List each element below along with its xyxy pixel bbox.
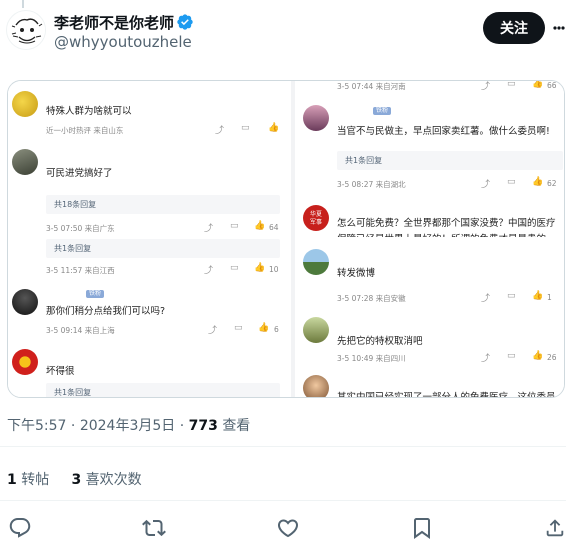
- comment-icon: ▭: [230, 221, 239, 231]
- repost-icon[interactable]: [142, 516, 166, 540]
- author-handle[interactable]: @whyyoutouzhele: [54, 33, 192, 51]
- thread-line: [22, 0, 24, 8]
- heart-icon[interactable]: [276, 516, 300, 540]
- tweet-timestamp[interactable]: 下午5:57 · 2024年3月5日 · 773 查看: [7, 415, 250, 435]
- like-count: 62: [547, 179, 557, 188]
- comment-text: 那你们稍分点给我们可以吗?: [46, 306, 166, 317]
- thumb-up-icon: 👍: [268, 123, 280, 133]
- thumb-up-icon: 👍: [532, 291, 544, 301]
- forward-icon: ⤴: [481, 82, 491, 92]
- comment-icon: ▭: [507, 351, 516, 361]
- commenter-avatar: [12, 149, 38, 175]
- commenter-avatar: [303, 375, 329, 397]
- comment-meta: 近一小时热评 来自山东: [46, 126, 124, 135]
- reply-count-link: 共1条回复: [337, 151, 563, 170]
- like-count: 1: [547, 293, 552, 302]
- commenter-avatar: [12, 289, 38, 315]
- commenter-avatar: [303, 249, 329, 275]
- share-icon[interactable]: [544, 516, 566, 540]
- comment-meta: 3-5 11:57 来自江西: [46, 266, 115, 275]
- thumb-up-icon: 👍: [258, 323, 270, 333]
- bookmark-icon[interactable]: [410, 516, 434, 540]
- repost-stat[interactable]: 1 转帖: [7, 472, 49, 488]
- forward-icon: ⤴: [481, 294, 491, 304]
- commenter-avatar: 华夏 军事: [303, 205, 329, 231]
- thumb-up-icon: 👍: [532, 351, 544, 361]
- forward-icon: ⤴: [204, 224, 214, 234]
- post-date[interactable]: 2024年3月5日: [80, 418, 175, 434]
- media-panel-left: 特殊人群为啥就可以 近一小时热评 来自山东 ⤴ ▭ 👍 可民进党搞好了 共18条…: [8, 81, 291, 397]
- commenter-avatar: [303, 105, 329, 131]
- like-count: 66: [547, 81, 557, 90]
- repost-count: 1: [7, 472, 17, 488]
- comment-text: 特殊人群为啥就可以: [46, 106, 132, 117]
- like-label: 喜欢次数: [85, 472, 142, 488]
- thumb-up-icon: 👍: [254, 221, 266, 231]
- comment-icon: ▭: [234, 323, 243, 333]
- forward-icon: ⤴: [481, 354, 491, 364]
- like-stat[interactable]: 3 喜欢次数: [71, 472, 141, 488]
- comment-meta: 3-5 07:50 来自广东: [46, 224, 115, 233]
- comment-text: 其实中国已经实现了一部分人的免费医疗，这位委员: [337, 392, 556, 398]
- engagement-stats: 1 转帖 3 喜欢次数: [7, 469, 142, 489]
- reply-count-link: 共1条回复: [46, 383, 280, 397]
- comment-text: 当官不与民做主，早点回家卖红薯。做什么委员啊!: [337, 126, 550, 137]
- like-count: 10: [269, 265, 279, 274]
- forward-icon: ⤴: [215, 126, 225, 136]
- comment-text: 先把它的特权取消吧: [337, 336, 423, 347]
- thumb-up-icon: 👍: [254, 263, 266, 273]
- comment-meta: 3-5 07:44 来自河南: [337, 82, 406, 91]
- post-time[interactable]: 下午5:57: [7, 418, 66, 434]
- like-count: 6: [274, 325, 279, 334]
- fan-badge: 铁粉: [86, 290, 105, 298]
- follow-button[interactable]: 关注: [483, 12, 545, 44]
- comment-icon: ▭: [507, 291, 516, 301]
- comment-meta: 3-5 07:28 来自安徽: [337, 294, 406, 303]
- verified-badge-icon: [176, 13, 194, 31]
- comment-meta: 3-5 10:49 来自四川: [337, 354, 406, 363]
- view-label: 查看: [222, 418, 251, 434]
- comment-text: 转发微博: [337, 268, 376, 279]
- comment-text: 可民进党搞好了: [46, 168, 113, 179]
- tweet-media-image[interactable]: 特殊人群为啥就可以 近一小时热评 来自山东 ⤴ ▭ 👍 可民进党搞好了 共18条…: [7, 80, 565, 398]
- reply-count-link: 共18条回复: [46, 195, 280, 214]
- comment-icon: ▭: [507, 177, 516, 187]
- divider: [0, 446, 566, 447]
- like-count: 64: [269, 223, 279, 232]
- reply-icon[interactable]: [8, 516, 32, 540]
- comment-text: 怎么可能免费？全世界都那个国家没费？中国的医疗: [337, 218, 556, 229]
- comment-meta: 3-5 09:14 来自上海: [46, 326, 115, 335]
- forward-icon: ⤴: [208, 326, 218, 336]
- view-count: 773: [188, 418, 218, 434]
- comment-meta: 3-5 08:27 来自湖北: [337, 180, 406, 189]
- fan-badge: 铁粉: [373, 107, 392, 115]
- commenter-avatar: [12, 349, 38, 375]
- like-count-total: 3: [71, 472, 82, 488]
- divider: [0, 500, 566, 501]
- like-count: 26: [547, 353, 557, 362]
- forward-icon: ⤴: [204, 266, 214, 276]
- commenter-avatar: [12, 91, 38, 117]
- more-options-icon[interactable]: [552, 18, 566, 38]
- author-avatar[interactable]: [6, 10, 46, 50]
- thumb-up-icon: 👍: [532, 177, 544, 187]
- reply-count-link: 共1条回复: [46, 239, 280, 258]
- action-bar: [0, 508, 566, 548]
- thumb-up-icon: 👍: [532, 81, 544, 89]
- forward-icon: ⤴: [481, 180, 491, 190]
- tweet-header: 李老师不是你老师 @whyyoutouzhele 关注: [0, 0, 566, 60]
- comment-text-continued: 保障已经是世界上最好的！所谓的免费才是最贵的: [337, 231, 546, 237]
- comment-icon: ▭: [230, 263, 239, 273]
- author-name[interactable]: 李老师不是你老师: [54, 12, 174, 33]
- comment-icon: ▭: [507, 81, 516, 89]
- avatar-label: 华夏 军事: [309, 211, 322, 226]
- media-panel-right: 3-5 07:44 来自河南 ⤴ ▭ 👍 66 铁粉 当官不与民做主，早点回家卖…: [295, 81, 564, 398]
- comment-icon: ▭: [241, 123, 250, 133]
- comment-text: 坏得很: [46, 366, 75, 377]
- commenter-avatar: [303, 317, 329, 343]
- repost-label: 转帖: [21, 472, 50, 488]
